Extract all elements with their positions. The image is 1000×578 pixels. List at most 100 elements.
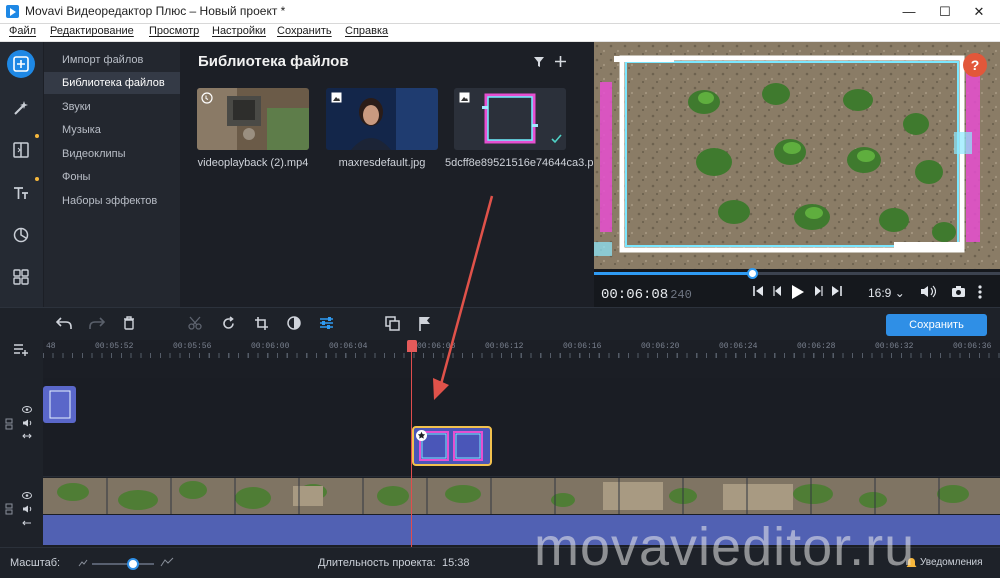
overlay-icon[interactable] <box>385 316 400 331</box>
category-sounds[interactable]: Звуки <box>44 96 180 118</box>
overlay-track[interactable] <box>43 378 1000 477</box>
preview-progress-fill <box>594 272 753 275</box>
more-tools-icon[interactable] <box>7 263 35 291</box>
cut-icon[interactable] <box>188 316 202 330</box>
crop-icon[interactable] <box>254 316 269 331</box>
overlay-clip[interactable] <box>43 386 76 423</box>
zoom-slider[interactable] <box>92 563 154 565</box>
track-grip-icon[interactable] <box>5 418 13 430</box>
mute-icon[interactable] <box>22 419 32 427</box>
zoom-out-icon[interactable] <box>78 559 88 567</box>
file-thumbnail[interactable] <box>454 88 566 150</box>
close-icon[interactable]: ✕ <box>964 0 994 23</box>
ruler-label: 00:06:04 <box>329 342 368 351</box>
mute-icon[interactable] <box>22 505 32 513</box>
image-icon <box>459 92 470 103</box>
new-badge-dot <box>35 177 39 181</box>
zoom-in-icon[interactable] <box>160 557 174 567</box>
skip-end-icon[interactable] <box>831 285 843 297</box>
menu-view[interactable]: Просмотр <box>149 25 199 37</box>
preview-progress-knob[interactable] <box>747 268 759 279</box>
menu-edit[interactable]: Редактирование <box>50 25 134 37</box>
playhead-handle[interactable] <box>407 340 417 352</box>
app-logo-icon <box>6 5 19 18</box>
file-name: maxresdefault.jpg <box>338 157 426 169</box>
ruler-label: 48 <box>46 342 56 351</box>
save-button[interactable]: Сохранить <box>886 314 987 336</box>
skip-start-icon[interactable] <box>752 285 764 297</box>
volume-icon[interactable] <box>920 285 936 298</box>
menu-file[interactable]: Файл <box>9 25 36 37</box>
menu-settings[interactable]: Настройки <box>212 25 266 37</box>
color-adjust-icon[interactable] <box>287 316 301 330</box>
category-effect-sets[interactable]: Наборы эффектов <box>44 190 180 212</box>
titles-icon[interactable] <box>7 179 35 207</box>
detach-audio-icon[interactable] <box>22 519 32 527</box>
ruler-label: 00:06:20 <box>641 342 680 351</box>
more-options-icon[interactable] <box>978 285 982 299</box>
image-icon <box>331 92 342 103</box>
star-icon <box>416 430 427 441</box>
zoom-slider-knob[interactable] <box>127 558 139 570</box>
track-grip-icon[interactable] <box>5 503 13 515</box>
category-music[interactable]: Музыка <box>44 119 180 141</box>
redo-icon[interactable] <box>89 316 105 330</box>
aspect-ratio-value: 16:9 <box>868 286 892 300</box>
maximize-icon[interactable]: ☐ <box>930 0 960 23</box>
filter-icon[interactable] <box>533 56 545 68</box>
clip-properties-icon[interactable] <box>319 316 334 330</box>
magic-wand-icon[interactable] <box>7 94 35 122</box>
duration-label: Длительность проекта: <box>318 557 436 569</box>
preview-video[interactable] <box>594 42 1000 269</box>
duration-value: 15:38 <box>442 557 470 569</box>
category-library[interactable]: Библиотека файлов <box>44 72 180 94</box>
selected-overlay-clip[interactable] <box>412 426 492 466</box>
category-import[interactable]: Импорт файлов <box>44 49 180 71</box>
preview-panel: ? 00:06:08 .240 16:9 ⌄ <box>594 42 1000 307</box>
minimize-icon[interactable]: — <box>894 0 924 23</box>
play-icon[interactable] <box>791 285 804 299</box>
annotation-arrow <box>433 195 494 400</box>
undo-icon[interactable] <box>56 316 72 330</box>
stickers-icon[interactable] <box>7 221 35 249</box>
ruler-label: 00:06:28 <box>797 342 836 351</box>
frame-forward-icon[interactable] <box>812 285 824 297</box>
file-name: videoplayback (2).mp4 <box>197 157 309 169</box>
rotate-icon[interactable] <box>221 316 236 331</box>
import-icon[interactable] <box>7 50 35 78</box>
file-thumbnail[interactable] <box>197 88 309 150</box>
timeline-ruler[interactable]: 48 00:05:52 00:05:56 00:06:00 00:06:04 0… <box>43 340 1000 358</box>
add-icon[interactable] <box>554 55 567 68</box>
menu-save[interactable]: Сохранить <box>277 25 332 37</box>
playhead[interactable] <box>411 340 412 547</box>
watermark-text: movavieditor.ru <box>534 517 916 577</box>
delete-icon[interactable] <box>123 316 135 330</box>
aspect-ratio-select[interactable]: 16:9 ⌄ <box>868 286 905 300</box>
new-badge-dot <box>35 134 39 138</box>
timeline-toolbar: Сохранить <box>0 307 1000 341</box>
eye-icon[interactable] <box>22 492 32 499</box>
file-name: 5dcff8e89521516e74644ca3.png <box>445 157 606 169</box>
video-icon <box>201 92 213 104</box>
snapshot-icon[interactable] <box>951 285 966 298</box>
add-track-icon[interactable] <box>13 343 29 356</box>
menu-bar: Файл Редактирование Просмотр Настройки С… <box>0 24 1000 42</box>
link-icon[interactable] <box>22 432 32 440</box>
transitions-icon[interactable] <box>7 136 35 164</box>
ruler-label: 00:06:16 <box>563 342 602 351</box>
notifications-label[interactable]: Уведомления <box>920 557 983 568</box>
tool-rail <box>0 42 43 307</box>
category-backgrounds[interactable]: Фоны <box>44 166 180 188</box>
preview-current-ms: .240 <box>663 288 692 302</box>
ruler-label: 00:05:56 <box>173 342 212 351</box>
menu-help[interactable]: Справка <box>345 25 388 37</box>
help-icon[interactable]: ? <box>963 53 987 77</box>
eye-icon[interactable] <box>22 406 32 413</box>
preview-progress-bar[interactable] <box>594 268 1000 279</box>
frame-back-icon[interactable] <box>772 285 784 297</box>
file-thumbnail[interactable] <box>326 88 438 150</box>
category-videoclips[interactable]: Видеоклипы <box>44 143 180 165</box>
checkmark-icon <box>551 134 562 144</box>
video-track[interactable] <box>43 478 1000 514</box>
title-bar: Movavi Видеоредактор Плюс – Новый проект… <box>0 0 1000 24</box>
